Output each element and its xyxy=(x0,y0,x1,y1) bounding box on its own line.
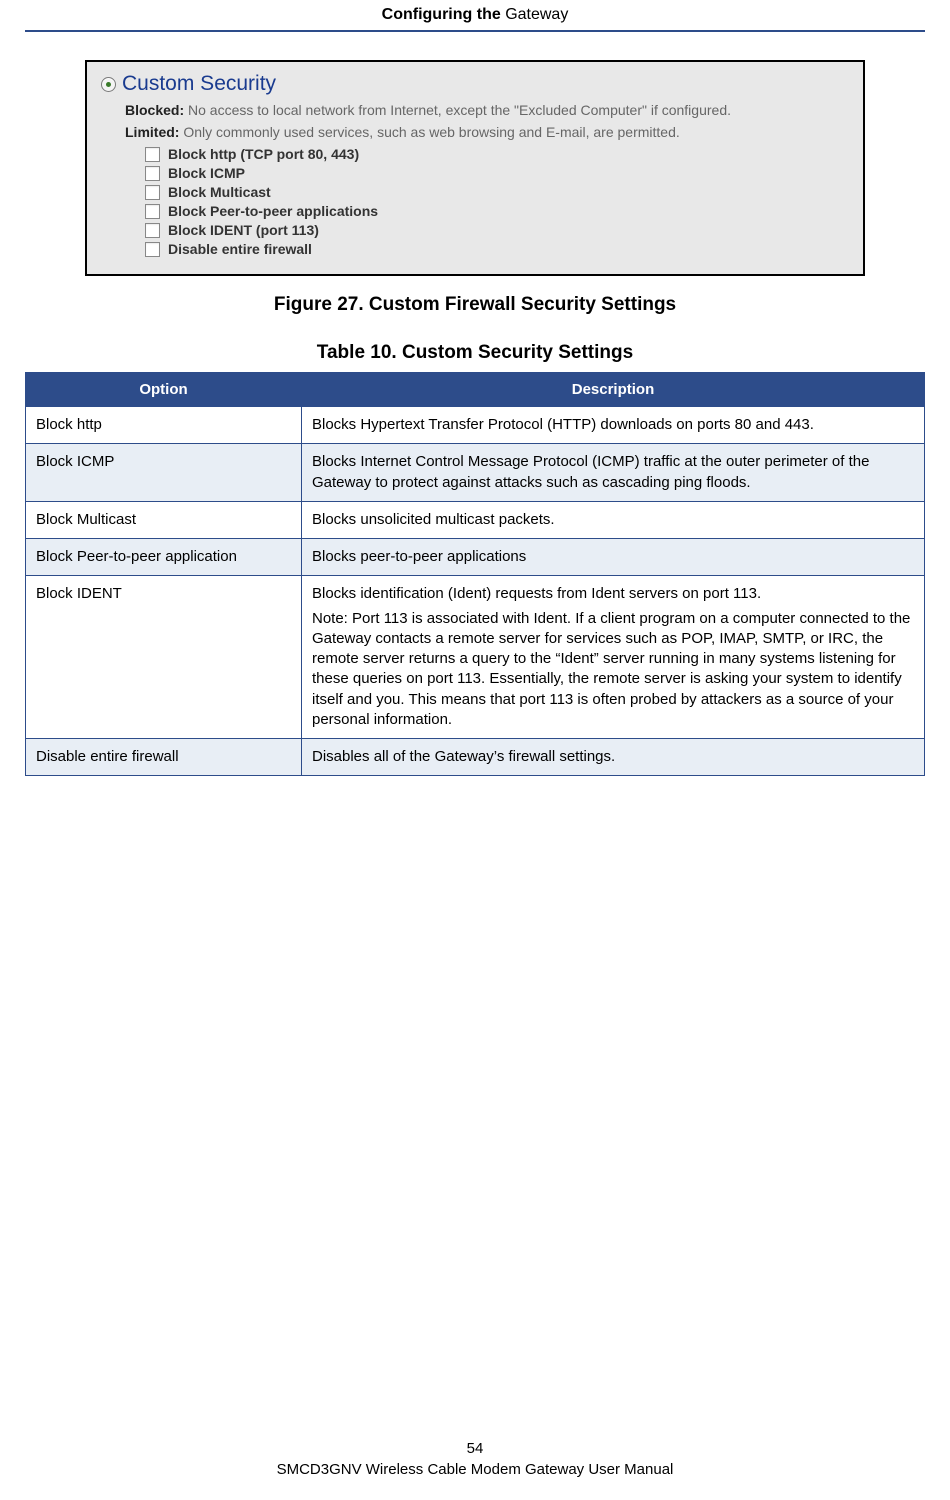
option-cell: Block Peer-to-peer application xyxy=(26,539,302,576)
page-number: 54 xyxy=(0,1440,950,1457)
checkbox-icon[interactable] xyxy=(145,204,160,219)
description-text: Blocks unsolicited multicast packets. xyxy=(312,510,914,530)
header-bold: Configuring the xyxy=(382,6,506,23)
radio-selected-icon[interactable] xyxy=(101,77,116,92)
table-caption: Table 10. Custom Security Settings xyxy=(25,342,925,364)
checkbox-label: Block IDENT (port 113) xyxy=(168,222,319,238)
checkbox-icon[interactable] xyxy=(145,185,160,200)
page-header: Configuring the Gateway xyxy=(25,0,925,32)
description-cell: Disables all of the Gateway’s firewall s… xyxy=(302,739,925,776)
checkbox-list: Block http (TCP port 80, 443) Block ICMP B… xyxy=(145,146,849,257)
checkbox-icon[interactable] xyxy=(145,166,160,181)
screenshot-panel: Custom Security Blocked: No access to lo… xyxy=(85,60,865,276)
limited-text: Only commonly used services, such as web… xyxy=(179,124,679,140)
description-text: Blocks Hypertext Transfer Protocol (HTTP… xyxy=(312,415,914,435)
option-cell: Block Multicast xyxy=(26,501,302,538)
settings-table: Option Description Block http Blocks Hype… xyxy=(25,372,925,776)
option-cell: Block http xyxy=(26,407,302,444)
th-description: Description xyxy=(302,373,925,407)
blocked-line: Blocked: No access to local network from… xyxy=(125,102,849,118)
description-text: Blocks peer-to-peer applications xyxy=(312,547,914,567)
checkbox-icon[interactable] xyxy=(145,242,160,257)
table-row: Block IDENT Blocks identification (Ident)… xyxy=(26,576,925,739)
description-text: Disables all of the Gateway’s firewall s… xyxy=(312,747,914,767)
description-text: Note: Port 113 is associated with Ident.… xyxy=(312,609,914,731)
checkbox-row: Block ICMP xyxy=(145,165,849,181)
checkbox-row: Disable entire firewall xyxy=(145,241,849,257)
custom-security-title: Custom Security xyxy=(122,72,276,96)
checkbox-row: Block http (TCP port 80, 443) xyxy=(145,146,849,162)
option-cell: Block IDENT xyxy=(26,576,302,739)
option-cell: Disable entire firewall xyxy=(26,739,302,776)
table-row: Disable entire firewall Disables all of t… xyxy=(26,739,925,776)
table-row: Block Multicast Blocks unsolicited multic… xyxy=(26,501,925,538)
custom-security-radio-row: Custom Security xyxy=(101,72,849,96)
page-footer: 54 SMCD3GNV Wireless Cable Modem Gateway… xyxy=(0,1440,950,1478)
checkbox-label: Block http (TCP port 80, 443) xyxy=(168,146,359,162)
description-cell: Blocks Internet Control Message Protocol… xyxy=(302,444,925,502)
limited-label: Limited: xyxy=(125,124,179,140)
figure-caption: Figure 27. Custom Firewall Security Sett… xyxy=(25,294,925,316)
description-cell: Blocks Hypertext Transfer Protocol (HTTP… xyxy=(302,407,925,444)
description-cell: Blocks peer-to-peer applications xyxy=(302,539,925,576)
checkbox-row: Block Peer-to-peer applications xyxy=(145,203,849,219)
checkbox-label: Block Peer-to-peer applications xyxy=(168,203,378,219)
blocked-label: Blocked: xyxy=(125,102,184,118)
checkbox-row: Block IDENT (port 113) xyxy=(145,222,849,238)
checkbox-label: Block ICMP xyxy=(168,165,245,181)
blocked-text: No access to local network from Internet… xyxy=(184,102,731,118)
th-option: Option xyxy=(26,373,302,407)
checkbox-label: Block Multicast xyxy=(168,184,271,200)
description-text: Blocks identification (Ident) requests f… xyxy=(312,584,914,604)
header-light: Gateway xyxy=(505,6,568,23)
table-row: Block Peer-to-peer application Blocks pee… xyxy=(26,539,925,576)
manual-title: SMCD3GNV Wireless Cable Modem Gateway Us… xyxy=(0,1461,950,1478)
table-row: Block http Blocks Hypertext Transfer Prot… xyxy=(26,407,925,444)
description-cell: Blocks unsolicited multicast packets. xyxy=(302,501,925,538)
checkbox-icon[interactable] xyxy=(145,223,160,238)
description-text: Blocks Internet Control Message Protocol… xyxy=(312,452,914,493)
limited-line: Limited: Only commonly used services, su… xyxy=(125,124,849,140)
option-cell: Block ICMP xyxy=(26,444,302,502)
checkbox-row: Block Multicast xyxy=(145,184,849,200)
checkbox-icon[interactable] xyxy=(145,147,160,162)
description-cell: Blocks identification (Ident) requests f… xyxy=(302,576,925,739)
checkbox-label: Disable entire firewall xyxy=(168,241,312,257)
table-row: Block ICMPBlocks Internet Control Messag… xyxy=(26,444,925,502)
